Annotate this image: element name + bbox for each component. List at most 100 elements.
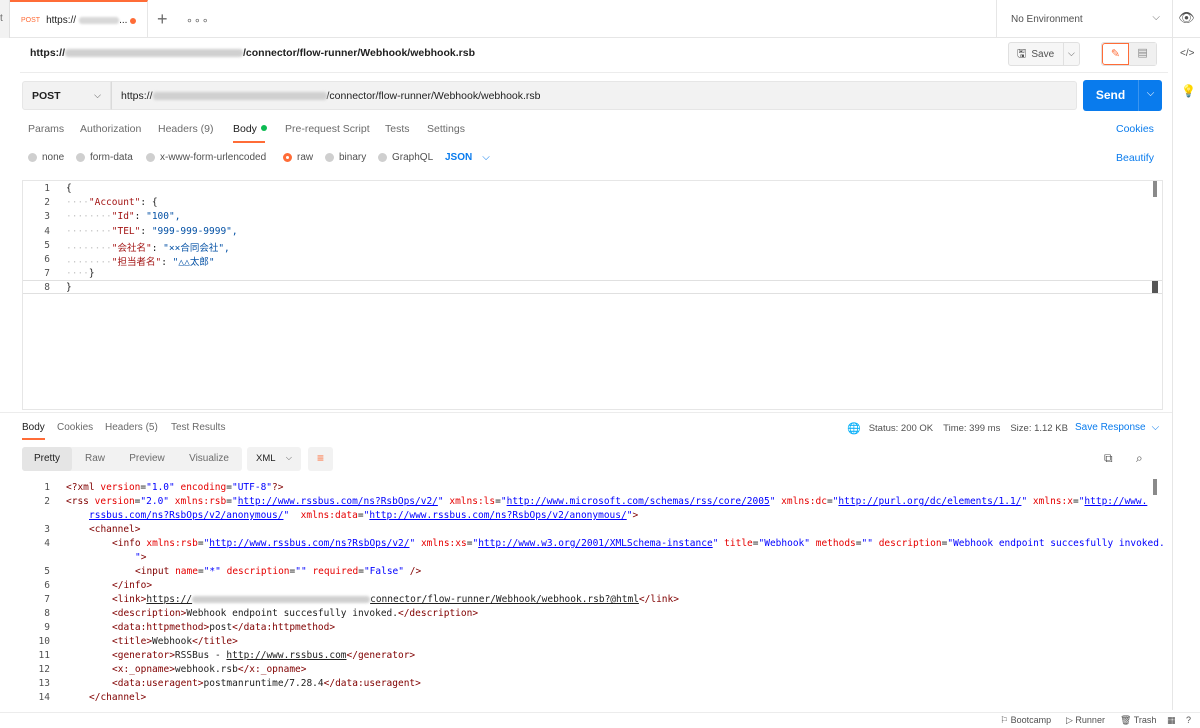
line-number: 12 <box>38 664 50 675</box>
response-tab-test-results[interactable]: Test Results <box>171 422 225 433</box>
scrollbar-thumb[interactable] <box>1153 181 1157 197</box>
radio-label: form-data <box>90 152 133 163</box>
save-button[interactable]: 🖫 Save ⌵ <box>1008 42 1080 66</box>
code-line: <data:httpmethod>post</data:httpmethod> <box>112 622 336 633</box>
environment-selector[interactable]: No Environment ⌵ <box>996 0 1172 38</box>
globe-icon[interactable]: 🌐 <box>847 422 861 435</box>
cookies-link[interactable]: Cookies <box>1116 123 1154 135</box>
unsaved-indicator <box>130 18 136 24</box>
copy-icon[interactable]: ⧉ <box>1104 451 1113 466</box>
code-line: <info xmlns:rsb="http://www.rssbus.com/n… <box>112 538 1165 549</box>
method-select[interactable]: POST ⌵ <box>22 81 111 110</box>
tab-headers[interactable]: Headers (9) <box>158 123 213 135</box>
chevron-down-icon[interactable]: ⌵ <box>1138 80 1162 111</box>
divider <box>20 72 1168 73</box>
radio-circle <box>76 153 85 162</box>
radio-none[interactable]: none <box>28 152 64 163</box>
view-raw[interactable]: Raw <box>72 447 118 471</box>
response-tab-body[interactable]: Body <box>22 422 45 433</box>
code-line: ····"Account": { <box>66 197 158 209</box>
request-tab[interactable]: POST https:// ... <box>10 0 148 38</box>
request-tab-method: POST <box>21 16 41 24</box>
code-line: <x:_opname>webhook.rsb</x:_opname> <box>112 664 307 675</box>
line-number: 7 <box>44 594 50 605</box>
new-tab-button[interactable]: + <box>157 9 168 30</box>
code-line: ········"会社名": "××合同会社", <box>66 242 230 254</box>
response-tab-headers[interactable]: Headers (5) <box>105 422 158 433</box>
comment-icon[interactable]: ▤ <box>1129 43 1156 65</box>
response-time[interactable]: Time: 399 ms <box>943 423 1000 434</box>
wrap-lines-icon[interactable]: ≡ <box>308 447 333 471</box>
tab-tests[interactable]: Tests <box>385 123 410 135</box>
format-value: JSON <box>445 152 473 163</box>
tab-body[interactable]: Body <box>233 123 267 135</box>
bootcamp-button[interactable]: ⚐ Bootcamp <box>1000 715 1051 726</box>
line-number: 5 <box>44 239 50 251</box>
url-suffix: /connector/flow-runner/Webhook/webhook.r… <box>326 90 541 102</box>
radio-circle <box>378 153 387 162</box>
code-line: rssbus.com/ns?RsbOps/v2/anonymous/" xmln… <box>89 510 639 521</box>
radio-binary[interactable]: binary <box>325 152 366 163</box>
search-icon[interactable]: ⌕ <box>1136 451 1143 466</box>
line-number: 9 <box>44 622 50 633</box>
radio-urlencoded[interactable]: x-www-form-urlencoded <box>146 152 266 163</box>
radio-label: binary <box>339 152 367 163</box>
radio-graphql[interactable]: GraphQL <box>378 152 433 163</box>
lightbulb-icon[interactable]: 💡 <box>1181 84 1196 98</box>
response-format-value: XML <box>256 453 276 464</box>
runner-button[interactable]: ▷ Runner <box>1066 715 1105 726</box>
eye-icon[interactable]: 👁 <box>1172 0 1200 38</box>
pencil-icon[interactable]: ✎ <box>1102 43 1130 65</box>
tab-settings[interactable]: Settings <box>427 123 465 135</box>
scrollbar-thumb[interactable] <box>1153 479 1157 495</box>
radio-circle <box>28 153 37 162</box>
beautify-link[interactable]: Beautify <box>1116 152 1154 164</box>
radio-form-data[interactable]: form-data <box>76 152 133 163</box>
tab-params[interactable]: Params <box>28 123 64 135</box>
sidebar-stub[interactable]: t <box>0 0 10 38</box>
line-number: 7 <box>44 268 50 280</box>
code-icon[interactable]: </> <box>1180 48 1194 59</box>
code-line: ········"担当者名": "△△太郎" <box>66 257 215 268</box>
view-pretty[interactable]: Pretty <box>22 447 72 471</box>
tab-prerequest-script[interactable]: Pre-request Script <box>285 123 370 135</box>
send-button[interactable]: Send <box>1083 80 1138 111</box>
code-line: { <box>66 183 72 194</box>
chevron-down-icon: ⌵ <box>482 152 490 163</box>
radio-circle <box>325 153 334 162</box>
tab-body-label: Body <box>233 123 257 135</box>
line-number: 8 <box>44 608 50 619</box>
trash-button[interactable]: 🗑 Trash <box>1120 715 1156 726</box>
view-preview[interactable]: Preview <box>118 447 176 471</box>
line-number: 2 <box>44 496 50 507</box>
save-response-label: Save Response <box>1075 422 1146 433</box>
view-mode-toggle: ✎ ▤ <box>1101 42 1157 66</box>
response-tab-cookies[interactable]: Cookies <box>57 422 93 433</box>
code-line: <?xml version="1.0" encoding="UTF-8"?> <box>66 482 284 493</box>
chevron-down-icon: ⌵ <box>1151 422 1160 433</box>
code-line: <link>https://connector/flow-runner/Webh… <box>112 594 679 605</box>
request-tab-ellipsis: ... <box>119 14 128 26</box>
response-size[interactable]: Size: 1.12 KB <box>1010 423 1068 434</box>
layout-icon[interactable]: ▦ <box>1167 715 1176 726</box>
line-number: 3 <box>44 524 50 535</box>
save-response-button[interactable]: Save Response ⌵ <box>1075 422 1159 433</box>
url-input[interactable]: https:// /connector/flow-runner/Webhook/… <box>111 81 1077 110</box>
environment-label: No Environment <box>1011 13 1083 25</box>
more-tabs-button[interactable]: ∘∘∘ <box>186 14 210 27</box>
current-line-highlight <box>23 280 1162 294</box>
format-select[interactable]: JSON ⌵ <box>445 152 490 163</box>
line-number: 6 <box>44 580 50 591</box>
status-code[interactable]: Status: 200 OK <box>869 423 933 434</box>
request-title: https:// /connector/flow-runner/Webhook/… <box>30 47 475 59</box>
radio-label: GraphQL <box>392 152 434 163</box>
radio-raw[interactable]: raw <box>283 152 313 163</box>
url-prefix: https:// <box>121 90 153 102</box>
view-visualize[interactable]: Visualize <box>176 447 242 471</box>
response-format-select[interactable]: XML ⌵ <box>247 447 301 471</box>
chevron-down-icon[interactable]: ⌵ <box>1068 48 1075 59</box>
runner-label: Runner <box>1075 715 1105 725</box>
help-icon[interactable]: ? <box>1186 715 1191 725</box>
tab-authorization[interactable]: Authorization <box>80 123 141 135</box>
request-body-editor[interactable] <box>22 180 1163 410</box>
